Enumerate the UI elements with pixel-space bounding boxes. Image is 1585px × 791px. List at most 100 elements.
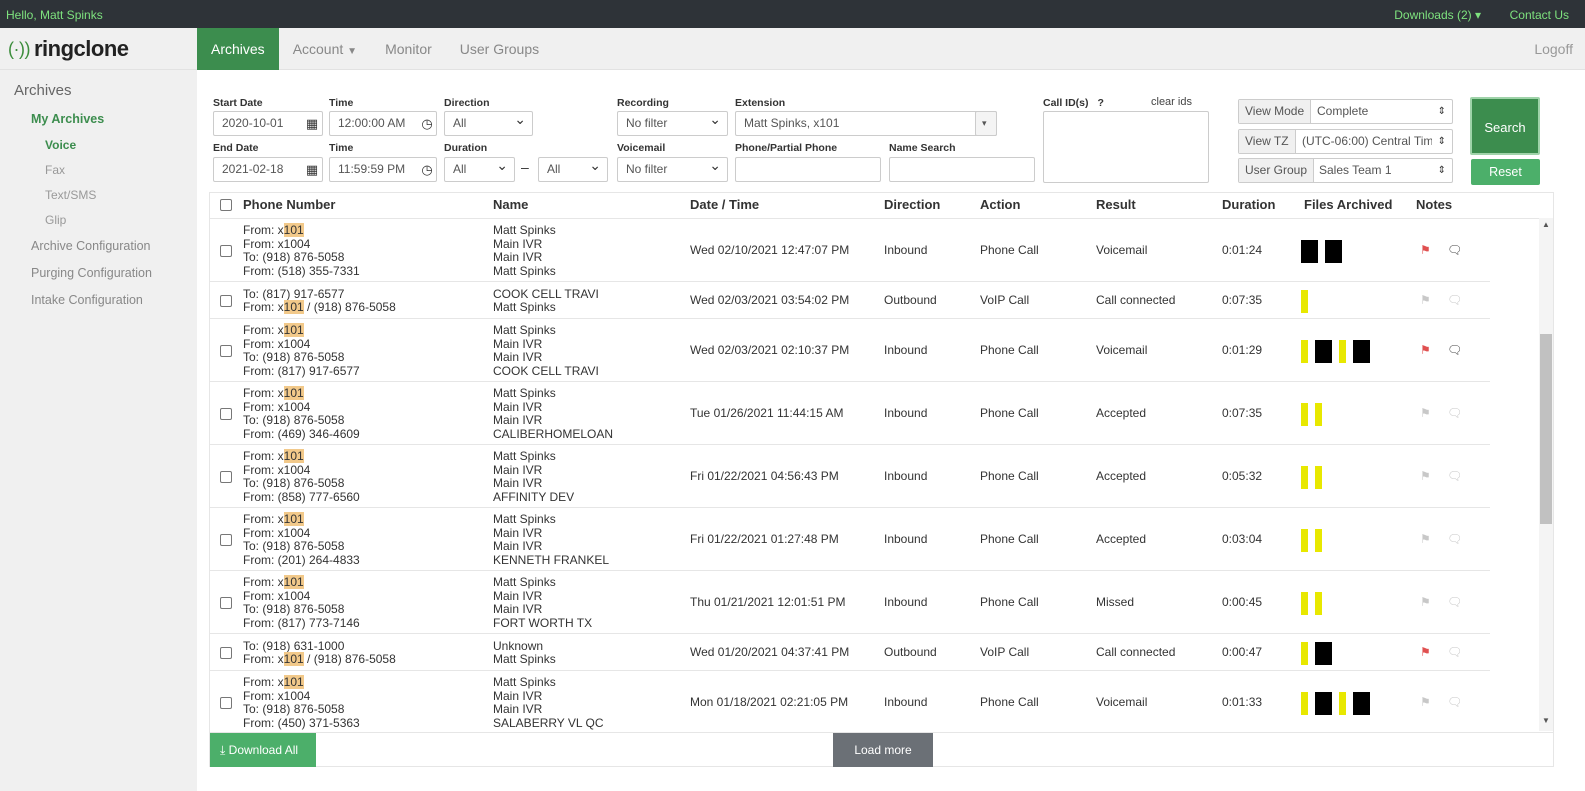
help-icon[interactable]: ? (1097, 97, 1103, 109)
clock-icon[interactable]: ◷ (418, 157, 436, 182)
row-checkbox[interactable] (220, 295, 232, 307)
voicemail-file-icon[interactable] (1325, 239, 1342, 263)
flag-icon[interactable]: ⚑ (1420, 532, 1431, 546)
call-ids-textarea[interactable] (1043, 111, 1209, 183)
header-duration[interactable]: Duration (1222, 197, 1275, 212)
nav-user-groups[interactable]: User Groups (446, 28, 553, 70)
audio-file-icon[interactable] (1315, 402, 1322, 426)
sidebar-item-text-sms[interactable]: Text/SMS (45, 188, 96, 202)
header-phone-number[interactable]: Phone Number (243, 197, 335, 212)
row-checkbox[interactable] (220, 697, 232, 709)
downloads-dropdown[interactable]: Downloads (2) ▾ (1394, 8, 1481, 22)
row-checkbox[interactable] (220, 647, 232, 659)
table-row[interactable]: From: x101 From: x1004 To: (918) 876-5058 F… (210, 320, 1490, 382)
row-checkbox[interactable] (220, 597, 232, 609)
flag-icon[interactable]: ⚑ (1420, 293, 1431, 307)
table-row[interactable]: From: x101 From: x1004 To: (918) 876-5058 F… (210, 672, 1490, 732)
scroll-down-icon[interactable]: ▼ (1542, 716, 1550, 725)
logoff-link[interactable]: Logoff (1534, 41, 1573, 57)
audio-file-icon[interactable] (1301, 465, 1308, 489)
audio-file-icon[interactable] (1315, 465, 1322, 489)
nav-monitor[interactable]: Monitor (371, 28, 446, 70)
audio-file-icon[interactable] (1301, 641, 1308, 665)
name-search-input[interactable] (889, 157, 1035, 182)
nav-archives[interactable]: Archives (197, 28, 279, 70)
reset-button[interactable]: Reset (1471, 159, 1540, 185)
note-icon[interactable]: 🗨 (1447, 243, 1462, 257)
flag-icon[interactable]: ⚑ (1420, 243, 1431, 257)
view-tz-select[interactable]: View TZ (UTC-06:00) Central Time ⇕ (1238, 129, 1453, 154)
audio-file-icon[interactable] (1339, 339, 1346, 363)
sidebar-item-fax[interactable]: Fax (45, 163, 65, 177)
voicemail-file-icon[interactable] (1315, 339, 1332, 363)
load-more-button[interactable]: Load more (833, 733, 933, 767)
sidebar-item-my-archives[interactable]: My Archives (31, 112, 104, 126)
download-all-button[interactable]: ⤓ Download All (210, 733, 316, 767)
extension-dropdown-button[interactable]: ▾ (975, 111, 997, 136)
sidebar-item-archive-configuration[interactable]: Archive Configuration (31, 239, 151, 253)
note-icon[interactable]: 🗨 (1447, 293, 1462, 307)
row-checkbox[interactable] (220, 534, 232, 546)
audio-file-icon[interactable] (1301, 528, 1308, 552)
user-group-select[interactable]: User Group Sales Team 1 ⇕ (1238, 158, 1453, 183)
note-icon[interactable]: 🗨 (1447, 343, 1462, 357)
note-icon[interactable]: 🗨 (1447, 595, 1462, 609)
sidebar-item-intake-configuration[interactable]: Intake Configuration (31, 293, 143, 307)
extension-input[interactable]: Matt Spinks, x101 (735, 111, 997, 136)
table-scrollbar[interactable]: ▲ ▼ (1539, 218, 1553, 731)
voicemail-file-icon[interactable] (1353, 691, 1370, 715)
note-icon[interactable]: 🗨 (1447, 695, 1462, 709)
audio-file-icon[interactable] (1301, 691, 1308, 715)
clear-ids-link[interactable]: clear ids (1151, 96, 1192, 108)
audio-file-icon[interactable] (1301, 591, 1308, 615)
flag-icon[interactable]: ⚑ (1420, 343, 1431, 357)
table-row[interactable]: From: x101 From: x1004 To: (918) 876-5058 F… (210, 446, 1490, 508)
calendar-icon[interactable]: ▦ (303, 111, 321, 136)
calendar-icon[interactable]: ▦ (303, 157, 321, 182)
header-direction[interactable]: Direction (884, 197, 940, 212)
recording-select[interactable]: No filter (617, 111, 728, 136)
voicemail-select[interactable]: No filter (617, 157, 728, 182)
flag-icon[interactable]: ⚑ (1420, 645, 1431, 659)
header-action[interactable]: Action (980, 197, 1020, 212)
phone-input[interactable] (735, 157, 881, 182)
duration-to-select[interactable]: All (538, 157, 608, 182)
audio-file-icon[interactable] (1315, 528, 1322, 552)
voicemail-file-icon[interactable] (1315, 641, 1332, 665)
table-row[interactable]: From: x101 From: x1004 To: (918) 876-5058 F… (210, 572, 1490, 634)
audio-file-icon[interactable] (1339, 691, 1346, 715)
table-row[interactable]: To: (817) 917-6577 From: x101 / (918) 876… (210, 283, 1490, 319)
sidebar-item-purging-configuration[interactable]: Purging Configuration (31, 266, 152, 280)
direction-select[interactable]: All (444, 111, 533, 136)
clock-icon[interactable]: ◷ (418, 111, 436, 136)
note-icon[interactable]: 🗨 (1447, 469, 1462, 483)
note-icon[interactable]: 🗨 (1447, 532, 1462, 546)
header-name[interactable]: Name (493, 197, 528, 212)
table-row[interactable]: From: x101 From: x1004 To: (918) 876-5058 F… (210, 509, 1490, 571)
flag-icon[interactable]: ⚑ (1420, 695, 1431, 709)
row-checkbox[interactable] (220, 408, 232, 420)
nav-account[interactable]: Account ▼ (279, 28, 371, 70)
search-button[interactable]: Search (1470, 97, 1540, 155)
scroll-thumb[interactable] (1540, 334, 1552, 524)
sidebar-item-glip[interactable]: Glip (45, 213, 66, 227)
scroll-up-icon[interactable]: ▲ (1542, 220, 1550, 229)
flag-icon[interactable]: ⚑ (1420, 406, 1431, 420)
audio-file-icon[interactable] (1301, 402, 1308, 426)
flag-icon[interactable]: ⚑ (1420, 595, 1431, 609)
voicemail-file-icon[interactable] (1353, 339, 1370, 363)
voicemail-file-icon[interactable] (1301, 239, 1318, 263)
table-row[interactable]: To: (918) 631-1000 From: x101 / (918) 876… (210, 635, 1490, 671)
select-all-checkbox[interactable] (220, 199, 232, 211)
row-checkbox[interactable] (220, 345, 232, 357)
audio-file-icon[interactable] (1301, 339, 1308, 363)
view-mode-select[interactable]: View Mode Complete ⇕ (1238, 99, 1453, 124)
note-icon[interactable]: 🗨 (1447, 645, 1462, 659)
header-result[interactable]: Result (1096, 197, 1136, 212)
table-row[interactable]: From: x101 From: x1004 To: (918) 876-5058 F… (210, 220, 1490, 282)
header-date-time[interactable]: Date / Time (690, 197, 759, 212)
row-checkbox[interactable] (220, 245, 232, 257)
sidebar-item-voice[interactable]: Voice (45, 138, 76, 152)
duration-from-select[interactable]: All (444, 157, 515, 182)
voicemail-file-icon[interactable] (1315, 691, 1332, 715)
